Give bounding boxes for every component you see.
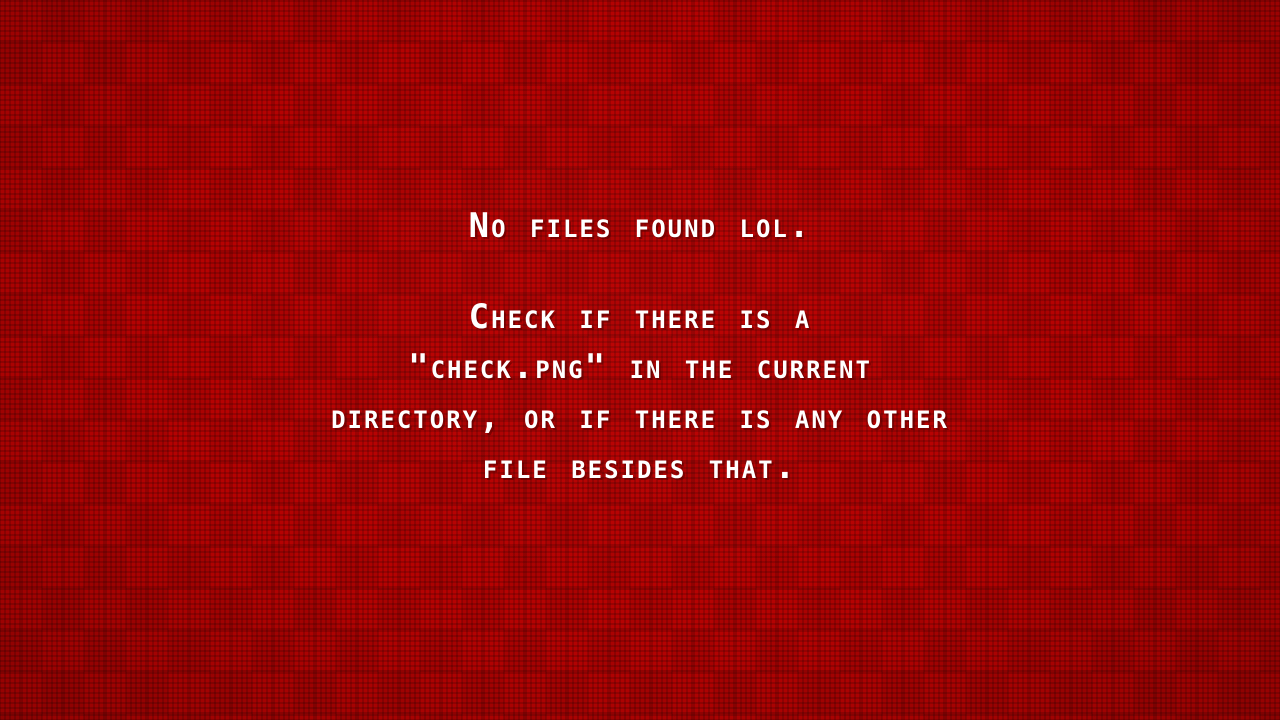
instruction-line-3: directory, or if there is any other [331,397,949,437]
error-message: No files found lol. Check if there is a … [240,200,1040,492]
instruction-line-1: Check if there is a [468,297,812,337]
instruction-line-4: file besides that. [482,447,798,487]
instructions: Check if there is a "check.png" in the c… [240,292,1040,492]
instruction-line-2: "check.png" in the current [408,347,872,387]
headline: No files found lol. [468,206,812,246]
